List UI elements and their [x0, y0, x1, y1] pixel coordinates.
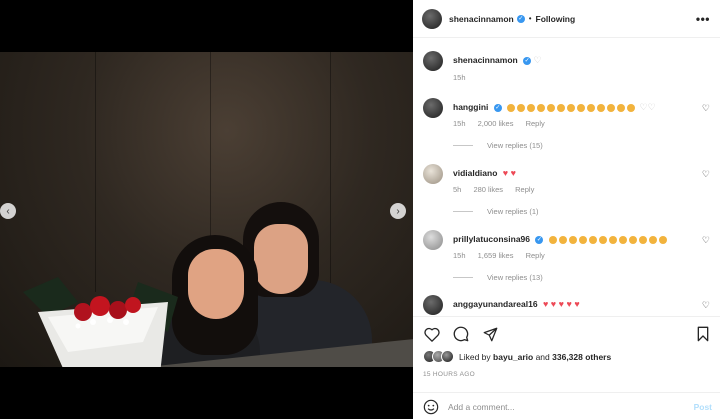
header-username[interactable]: shenacinnamon — [449, 14, 514, 24]
avatar[interactable] — [422, 8, 442, 29]
heart-outline-icon[interactable]: ♡ — [702, 169, 710, 180]
verified-badge-icon: ✓ — [535, 235, 544, 244]
more-options-icon[interactable]: ••• — [696, 12, 710, 26]
comment-likes[interactable]: 2,000 likes — [478, 119, 514, 128]
post-comment-button[interactable]: Post — [694, 402, 712, 412]
comment-username[interactable]: anggayunandareal16 — [453, 299, 538, 309]
comment-emojis — [548, 234, 669, 244]
post-header: shenacinnamon ✓ • Following ••• — [413, 0, 720, 38]
following-button[interactable]: Following — [536, 14, 576, 24]
like-heart-icon[interactable] — [423, 325, 441, 343]
comment-username[interactable]: hanggini — [453, 102, 488, 112]
comment-time: 5h — [453, 185, 462, 194]
separator: • — [528, 14, 532, 23]
avatar[interactable] — [423, 98, 443, 118]
heart-outline-icon[interactable]: ♡ — [702, 300, 710, 311]
comments-list: shenacinnamon ✓ ♡ 15h hanggini ✓ ♡♡ 15h … — [413, 38, 720, 316]
person-right-face — [254, 224, 308, 294]
view-replies-button[interactable]: View replies (1) — [453, 207, 539, 216]
comment-username[interactable]: prillylatuconsina96 — [453, 234, 530, 244]
verified-badge-icon: ✓ — [493, 103, 502, 112]
comment-bubble-icon[interactable] — [452, 325, 470, 343]
avatar — [441, 350, 454, 363]
comment-item: prillylatuconsina96 ✓ 15h 1,659 likes Re… — [423, 230, 713, 290]
avatar[interactable] — [423, 295, 443, 315]
post-photo — [0, 52, 413, 367]
comment-time: 15h — [453, 119, 466, 128]
liked-by-and: and — [535, 351, 550, 362]
reply-button[interactable]: Reply — [526, 251, 545, 260]
add-comment-bar: Post — [413, 392, 720, 419]
white-heart-icon: ♡♡ — [639, 102, 656, 112]
caption-time: 15h — [453, 73, 466, 82]
likes-summary: Liked by bayu_ario and 336,328 others — [423, 350, 611, 363]
reply-button[interactable]: Reply — [515, 185, 534, 194]
verified-badge-icon: ✓ — [516, 14, 525, 23]
avatar[interactable] — [423, 51, 443, 71]
share-send-icon[interactable] — [481, 325, 499, 343]
comment-likes[interactable]: 1,659 likes — [478, 251, 514, 260]
avatar[interactable] — [423, 164, 443, 184]
comment-text: ♥ ♥ — [502, 168, 516, 178]
caption-username[interactable]: shenacinnamon — [453, 55, 518, 65]
comment-item: anggayunandareal16 ♥ ♥ ♥ ♥ ♥ ♡ — [423, 295, 713, 316]
view-replies-button[interactable]: View replies (15) — [453, 141, 543, 150]
previous-slide-button[interactable]: ‹ — [0, 203, 16, 219]
view-replies-button[interactable]: View replies (13) — [453, 273, 543, 282]
heart-outline-icon[interactable]: ♡ — [702, 235, 710, 246]
likes-count[interactable]: 336,328 others — [552, 352, 611, 362]
emoji-smile-icon[interactable] — [423, 399, 439, 415]
comment-item: hanggini ✓ ♡♡ 15h 2,000 likes Reply ♡ Vi… — [423, 98, 713, 158]
comment-username[interactable]: vidialdiano — [453, 168, 497, 178]
bookmark-icon[interactable] — [694, 325, 712, 343]
avatar[interactable] — [423, 230, 443, 250]
liked-by-label: Liked by — [459, 351, 491, 362]
chevron-left-icon: ‹ — [6, 205, 10, 217]
comment-time: 15h — [453, 251, 466, 260]
flower-bouquet — [23, 277, 178, 367]
post-media: ‹ › — [0, 0, 413, 419]
comment-text: ♥ ♥ ♥ ♥ ♥ — [542, 299, 580, 309]
comment-likes[interactable]: 280 likes — [473, 185, 503, 194]
caption: shenacinnamon ✓ ♡ 15h — [423, 51, 713, 91]
liked-by-user[interactable]: bayu_ario — [493, 352, 533, 362]
verified-badge-icon: ✓ — [523, 56, 532, 65]
comment-input[interactable] — [448, 401, 678, 412]
white-heart-icon: ♡ — [533, 55, 542, 65]
reply-button[interactable]: Reply — [526, 119, 545, 128]
next-slide-button[interactable]: › — [390, 203, 406, 219]
chevron-right-icon: › — [396, 205, 400, 217]
person-left-face — [188, 249, 244, 319]
heart-outline-icon[interactable]: ♡ — [702, 103, 710, 114]
comment-emojis — [507, 102, 639, 112]
post-details-panel: shenacinnamon ✓ • Following ••• shenacin… — [413, 0, 720, 419]
post-actions: Liked by bayu_ario and 336,328 others 15… — [413, 316, 720, 419]
post-timestamp[interactable]: 15 HOURS AGO — [423, 371, 475, 378]
instagram-post-modal: ‹ › shenacinnamon ✓ • Following ••• shen… — [0, 0, 720, 419]
comment-item: vidialdiano ♥ ♥ 5h 280 likes Reply ♡ Vie… — [423, 164, 713, 224]
